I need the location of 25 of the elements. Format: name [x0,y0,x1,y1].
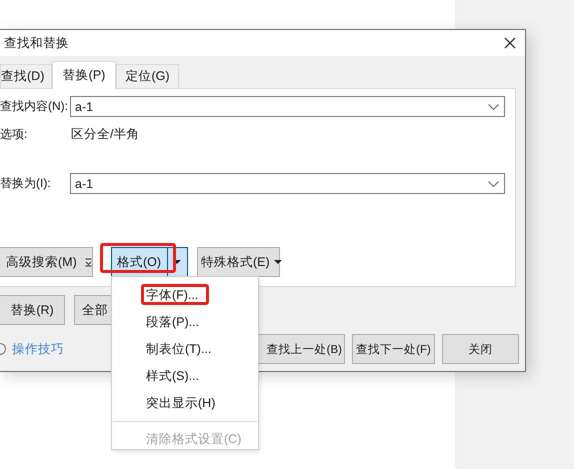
field-label: 替换为(I): [0,175,52,192]
chevron-down-icon [488,180,499,186]
field-label: 查找内容(N): [0,98,69,115]
replace-field[interactable]: a-1 [70,173,505,194]
dialog-button[interactable]: 关闭 [442,334,519,364]
action-button[interactable]: 替换(R) [0,295,65,325]
tips-link[interactable]: 操作技巧 [12,340,64,358]
chevron-down-icon [488,104,499,110]
close-icon [504,37,516,49]
options-value: 区分全/半角 [70,126,140,143]
find-field[interactable]: a-1 [70,96,505,117]
dialog-button[interactable]: 查找下一处(F) [352,334,435,364]
menu-item[interactable]: 字体(F)... [112,282,258,309]
double-chevron-icon [84,258,92,266]
caret-icon [274,260,282,264]
menu-item[interactable]: 突出显示(H) [112,390,258,417]
tab[interactable]: 查找(D) [0,64,52,88]
menu-item[interactable]: 段落(P)... [112,309,258,336]
option-button[interactable]: 特殊格式(E) [197,247,280,277]
menu-item[interactable]: 样式(S)... [112,363,258,390]
option-button[interactable]: 高级搜索(M) [0,247,93,277]
window-title: 查找和替换 [3,34,69,52]
options-label: 选项: [0,126,28,143]
tab[interactable]: 替换(P) [52,61,116,89]
tab[interactable]: 定位(G) [116,64,179,88]
